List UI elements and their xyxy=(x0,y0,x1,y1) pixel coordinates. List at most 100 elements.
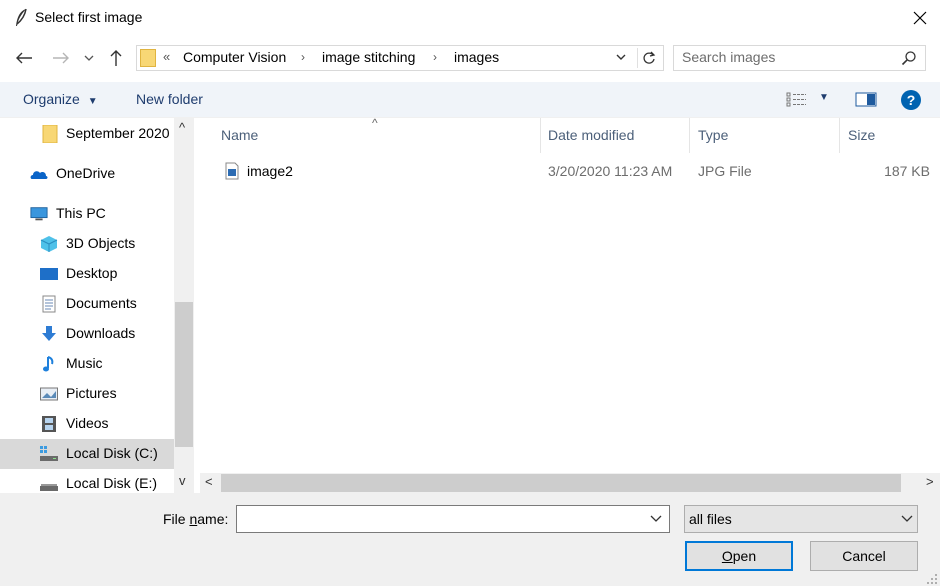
file-type: JPG File xyxy=(698,163,752,179)
up-button[interactable] xyxy=(105,47,127,69)
scroll-up-arrow[interactable]: ^ xyxy=(179,120,185,135)
help-button[interactable]: ? xyxy=(900,89,922,114)
nav-item-label: Local Disk (C:) xyxy=(66,445,158,461)
drive-icon xyxy=(40,484,58,491)
nav-item-pictures[interactable]: Pictures xyxy=(0,379,174,409)
nav-item-label: Pictures xyxy=(66,385,117,401)
nav-item-local-disk-c[interactable]: Local Disk (C:) xyxy=(0,439,174,469)
navigation-pane: September 2020 OneDrive This PC 3D Objec… xyxy=(0,118,194,493)
chevron-down-icon xyxy=(84,55,94,61)
nav-item-label: Videos xyxy=(66,415,109,431)
search-icon[interactable] xyxy=(901,50,917,66)
nav-item-videos[interactable]: Videos xyxy=(0,409,174,439)
help-icon: ? xyxy=(901,90,921,110)
scroll-down-arrow[interactable]: v xyxy=(179,473,186,488)
pictures-icon xyxy=(40,387,58,401)
address-bar[interactable]: « Computer Vision › image stitching › im… xyxy=(136,45,664,71)
nav-item-label: Local Disk (E:) xyxy=(66,475,158,491)
breadcrumb-image-stitching[interactable]: image stitching xyxy=(322,49,415,65)
nav-item-label: September 2020 xyxy=(66,125,170,141)
nav-item-desktop[interactable]: Desktop xyxy=(0,259,174,289)
scrollbar-thumb[interactable] xyxy=(221,474,901,492)
resize-grip-icon[interactable] xyxy=(926,573,938,585)
forward-button[interactable] xyxy=(50,47,72,69)
breadcrumb-separator[interactable]: › xyxy=(433,50,437,64)
nav-item-onedrive[interactable]: OneDrive xyxy=(0,159,174,189)
file-type-select[interactable]: all files xyxy=(684,505,918,533)
cloud-icon xyxy=(30,171,48,179)
address-dropdown[interactable] xyxy=(615,49,627,68)
organize-label: Organize xyxy=(23,91,80,107)
chevron-down-icon[interactable] xyxy=(650,514,662,524)
back-button[interactable] xyxy=(13,47,35,69)
nav-item-3d-objects[interactable]: 3D Objects xyxy=(0,229,174,259)
file-name-label: File name: xyxy=(163,511,229,527)
cube-icon xyxy=(40,236,58,252)
column-header-name[interactable]: Name xyxy=(221,127,258,143)
document-icon xyxy=(42,295,56,313)
table-row[interactable]: image2 3/20/2020 11:23 AM JPG File 187 K… xyxy=(194,156,940,186)
preview-pane-icon xyxy=(855,92,877,107)
nav-item-label: OneDrive xyxy=(56,165,116,181)
drive-icon xyxy=(40,446,58,461)
search-box[interactable] xyxy=(673,45,926,71)
column-divider[interactable] xyxy=(839,118,840,153)
sort-indicator: ^ xyxy=(372,116,378,130)
column-divider[interactable] xyxy=(540,118,541,153)
svg-text:?: ? xyxy=(907,92,916,108)
breadcrumb-separator[interactable]: › xyxy=(301,50,305,64)
organize-button[interactable]: Organize ▼ xyxy=(23,91,98,107)
nav-item-this-pc[interactable]: This PC xyxy=(0,199,174,229)
column-header-date-modified[interactable]: Date modified xyxy=(548,127,634,143)
column-header-size[interactable]: Size xyxy=(848,127,875,143)
scroll-left-arrow[interactable]: < xyxy=(205,474,213,489)
image-file-icon xyxy=(225,162,239,180)
refresh-button[interactable] xyxy=(637,48,659,68)
refresh-icon xyxy=(642,51,655,64)
file-name-field[interactable] xyxy=(236,505,670,533)
close-icon xyxy=(913,11,927,25)
view-options-icon xyxy=(786,92,806,107)
cancel-button[interactable]: Cancel xyxy=(810,541,918,571)
horizontal-scrollbar[interactable]: < > xyxy=(200,473,940,493)
music-note-icon xyxy=(43,356,54,372)
nav-item-september-2020[interactable]: September 2020 xyxy=(0,119,174,149)
nav-item-label: 3D Objects xyxy=(66,235,136,251)
nav-item-documents[interactable]: Documents xyxy=(0,289,174,319)
address-overflow[interactable]: « xyxy=(163,49,170,64)
file-list: ^ Name Date modified Type Size image2 3/… xyxy=(194,116,940,473)
file-date-modified: 3/20/2020 11:23 AM xyxy=(548,163,673,179)
folder-icon xyxy=(42,125,58,143)
nav-item-local-disk-e[interactable]: Local Disk (E:) xyxy=(0,469,174,493)
new-folder-button[interactable]: New folder xyxy=(136,91,203,107)
file-size: 187 KB xyxy=(884,163,930,179)
recent-locations-button[interactable] xyxy=(80,47,98,69)
nav-item-label: Downloads xyxy=(66,325,136,341)
column-header-type[interactable]: Type xyxy=(698,127,728,143)
scroll-right-arrow[interactable]: > xyxy=(926,474,934,489)
navigation-scrollbar[interactable]: ^ v xyxy=(174,118,194,493)
download-icon xyxy=(42,326,56,341)
folder-icon xyxy=(140,49,156,67)
chevron-down-icon xyxy=(616,54,626,60)
file-name-input[interactable] xyxy=(241,510,641,526)
chevron-down-icon xyxy=(901,515,913,522)
preview-pane-button[interactable] xyxy=(855,91,877,110)
open-button[interactable]: Open xyxy=(685,541,793,571)
organize-dropdown-icon: ▼ xyxy=(87,96,98,107)
breadcrumb-computer-vision[interactable]: Computer Vision xyxy=(183,49,286,65)
file-name: image2 xyxy=(247,163,293,179)
view-dropdown-icon[interactable]: ▼ xyxy=(819,92,829,103)
arrow-left-icon xyxy=(16,52,32,64)
column-divider[interactable] xyxy=(689,118,690,153)
command-toolbar: Organize ▼ New folder ▼ ? xyxy=(0,82,940,118)
search-input[interactable] xyxy=(682,49,882,65)
view-options-button[interactable] xyxy=(786,91,808,110)
desktop-icon xyxy=(40,268,58,280)
nav-item-music[interactable]: Music xyxy=(0,349,174,379)
close-button[interactable] xyxy=(900,0,940,36)
nav-item-downloads[interactable]: Downloads xyxy=(0,319,174,349)
scrollbar-thumb[interactable] xyxy=(175,302,193,447)
breadcrumb-images[interactable]: images xyxy=(454,49,499,65)
nav-item-label: This PC xyxy=(56,205,106,221)
